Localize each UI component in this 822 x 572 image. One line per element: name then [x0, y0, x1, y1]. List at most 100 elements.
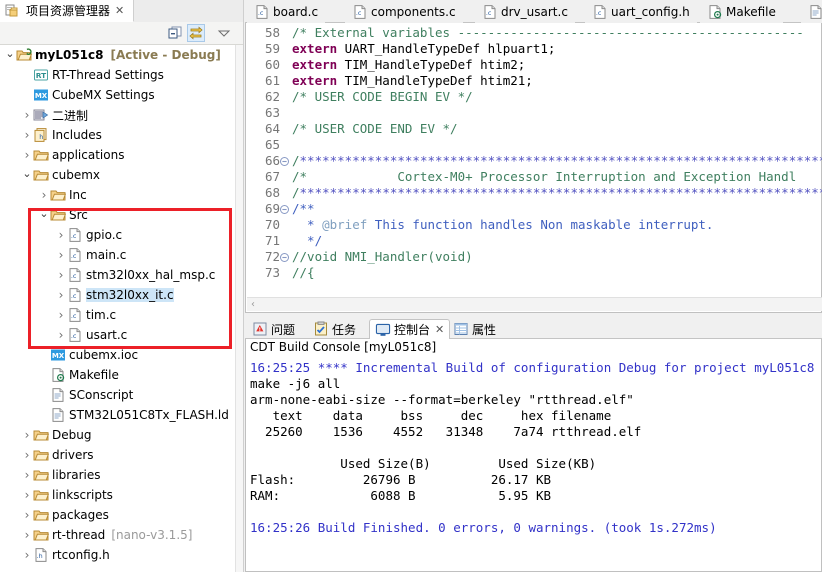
bottom-panel-tabbar: 问题 任务 控制台 ✕ 属性 — [245, 317, 822, 339]
editor-tabbar: .c board.c .c components.c .c drv_usart.c .c ua… — [245, 0, 822, 23]
editor-tab-components-c[interactable]: .c components.c — [345, 0, 463, 23]
tree-item-applications[interactable]: › applications — [0, 145, 236, 165]
chevron-right-icon[interactable]: › — [38, 189, 50, 201]
editor-tab-drv-usart-c[interactable]: .c drv_usart.c — [475, 0, 575, 23]
tree-item-label: myL051c8 — [35, 48, 104, 62]
tree-item-label: SConscript — [69, 388, 134, 402]
link-with-editor-icon[interactable] — [187, 24, 205, 42]
tab-project-explorer[interactable]: 项目资源管理器 ✕ — [0, 0, 134, 22]
bottom-tab-console[interactable]: 控制台 ✕ — [369, 319, 451, 339]
editor-tab-board-c[interactable]: .c board.c — [247, 0, 326, 23]
properties-icon — [453, 321, 469, 337]
tree-item-tim-c[interactable]: › .c tim.c — [0, 305, 236, 325]
collapse-all-icon[interactable] — [166, 24, 184, 42]
tree-item-main-c[interactable]: › .c main.c — [0, 245, 236, 265]
tree-item-libraries[interactable]: › libraries — [0, 465, 236, 485]
project-tree[interactable]: ⌄ myL051c8 [Active - Debug] RT RT-Thread Set… — [0, 45, 236, 572]
tree-item-[interactable]: › 二进制 — [0, 105, 236, 125]
code-line: 69 /** — [246, 201, 822, 217]
code-text: extern TIM_HandleTypeDef htim2; — [292, 57, 526, 72]
chevron-right-icon[interactable]: › — [55, 289, 67, 301]
bottom-tab-tasks[interactable]: 任务 — [308, 319, 361, 339]
bottom-tab-properties[interactable]: 属性 — [448, 319, 501, 339]
chevron-right-icon[interactable]: › — [21, 549, 33, 561]
tree-item-packages[interactable]: › packages — [0, 505, 236, 525]
chevron-right-icon[interactable]: › — [21, 109, 33, 121]
tree-item-stm32l051c8tx-flash-ld[interactable]: STM32L051C8Tx_FLASH.ld — [0, 405, 236, 425]
tree-item-debug[interactable]: › Debug — [0, 425, 236, 445]
editor-tab-uart-config-h[interactable]: .c uart_config.h — [585, 0, 697, 23]
tree-item-usart-c[interactable]: › .c usart.c — [0, 325, 236, 345]
tree-item-rt-thread[interactable]: › rt-thread [nano-v3.1.5] — [0, 525, 236, 545]
svg-text:MX: MX — [52, 352, 65, 360]
editor-tab-label: components.c — [371, 4, 456, 19]
fold-collapse-icon[interactable] — [280, 153, 290, 169]
fold-collapse-icon[interactable] — [280, 249, 290, 265]
chevron-right-icon[interactable]: › — [21, 529, 33, 541]
tree-item-rt-thread-settings[interactable]: RT RT-Thread Settings — [0, 65, 236, 85]
chevron-right-icon[interactable]: › — [21, 449, 33, 461]
explorer-editor-splitter[interactable] — [243, 0, 244, 572]
chevron-right-icon[interactable]: › — [21, 429, 33, 441]
tree-item-myl051c8[interactable]: ⌄ myL051c8 [Active - Debug] — [0, 45, 236, 65]
project-folder-icon — [16, 47, 32, 63]
tree-item-makefile[interactable]: Makefile — [0, 365, 236, 385]
tree-item-cubemx-settings[interactable]: MX CubeMX Settings — [0, 85, 236, 105]
chevron-right-icon[interactable]: › — [55, 229, 67, 241]
line-number: 70 — [264, 217, 280, 232]
code-line: 72 //void NMI_Handler(void) — [246, 249, 822, 265]
editor-tab-makefile[interactable]: Makefile — [700, 0, 783, 23]
bottom-tab-label: 控制台 — [394, 323, 431, 337]
problems-icon — [252, 321, 268, 337]
tree-item-label: Debug — [52, 428, 92, 442]
chevron-right-icon[interactable]: › — [21, 149, 33, 161]
tree-item-stm32l0xx-it-c[interactable]: › .c stm32l0xx_it.c — [0, 285, 236, 305]
chevron-right-icon[interactable]: › — [55, 269, 67, 281]
tree-item-cubemx[interactable]: ⌄ cubemx — [0, 165, 236, 185]
bottom-tab-problems[interactable]: 问题 — [247, 319, 300, 339]
tree-item-label: applications — [52, 148, 125, 162]
chevron-right-icon[interactable]: › — [21, 489, 33, 501]
tree-item-inc[interactable]: › Inc — [0, 185, 236, 205]
code-editor[interactable]: 58 /* External variables ----------------… — [245, 23, 822, 313]
tree-item-sconscript[interactable]: SConscript — [0, 385, 236, 405]
tree-item-includes[interactable]: › h Includes — [0, 125, 236, 145]
tree-item-rtconfig-h[interactable]: › .h rtconfig.h — [0, 545, 236, 565]
tree-item-label: cubemx.ioc — [69, 348, 139, 362]
chevron-down-icon[interactable]: ⌄ — [4, 48, 16, 59]
editor-horizontal-scrollbar[interactable]: ‹ — [247, 297, 822, 311]
close-icon[interactable]: ✕ — [115, 4, 124, 17]
folder-icon — [50, 207, 66, 223]
chevron-right-icon[interactable]: › — [55, 249, 67, 261]
editor-tab-label: drv_usart.c — [501, 4, 568, 19]
chevron-right-icon[interactable]: › — [21, 469, 33, 481]
folder-icon — [33, 487, 49, 503]
chevron-down-icon[interactable]: ⌄ — [21, 168, 33, 179]
scroll-left-icon[interactable]: ‹ — [251, 299, 255, 310]
chevron-right-icon[interactable]: › — [21, 509, 33, 521]
code-line: 63 — [246, 105, 822, 121]
view-menu-chevron-icon[interactable] — [215, 24, 233, 42]
tree-item-cubemx-ioc[interactable]: MX cubemx.ioc — [0, 345, 236, 365]
code-line: 64 /* USER CODE END EV */ — [246, 121, 822, 137]
chevron-right-icon[interactable]: › — [55, 309, 67, 321]
console-view[interactable]: CDT Build Console [myL051c8] 16:25:25 **… — [245, 339, 822, 572]
tree-item-drivers[interactable]: › drivers — [0, 445, 236, 465]
chevron-right-icon[interactable]: › — [55, 329, 67, 341]
c-file-icon: .c — [592, 4, 608, 20]
chevron-right-icon[interactable]: › — [21, 129, 33, 141]
close-icon[interactable]: ✕ — [435, 323, 444, 336]
chevron-down-icon[interactable]: ⌄ — [38, 208, 50, 219]
tree-item-stm32l0xx-hal-msp-c[interactable]: › .c stm32l0xx_hal_msp.c — [0, 265, 236, 285]
editor-tab-extra[interactable] — [801, 0, 822, 23]
c-file-icon: .c — [254, 4, 270, 20]
c-file-icon: .c — [352, 4, 368, 20]
tree-item-gpio-c[interactable]: › .c gpio.c — [0, 225, 236, 245]
makefile-icon — [707, 4, 723, 20]
tree-item-linkscripts[interactable]: › linkscripts — [0, 485, 236, 505]
tree-item-src[interactable]: ⌄ Src — [0, 205, 236, 225]
fold-collapse-icon[interactable] — [280, 201, 290, 217]
